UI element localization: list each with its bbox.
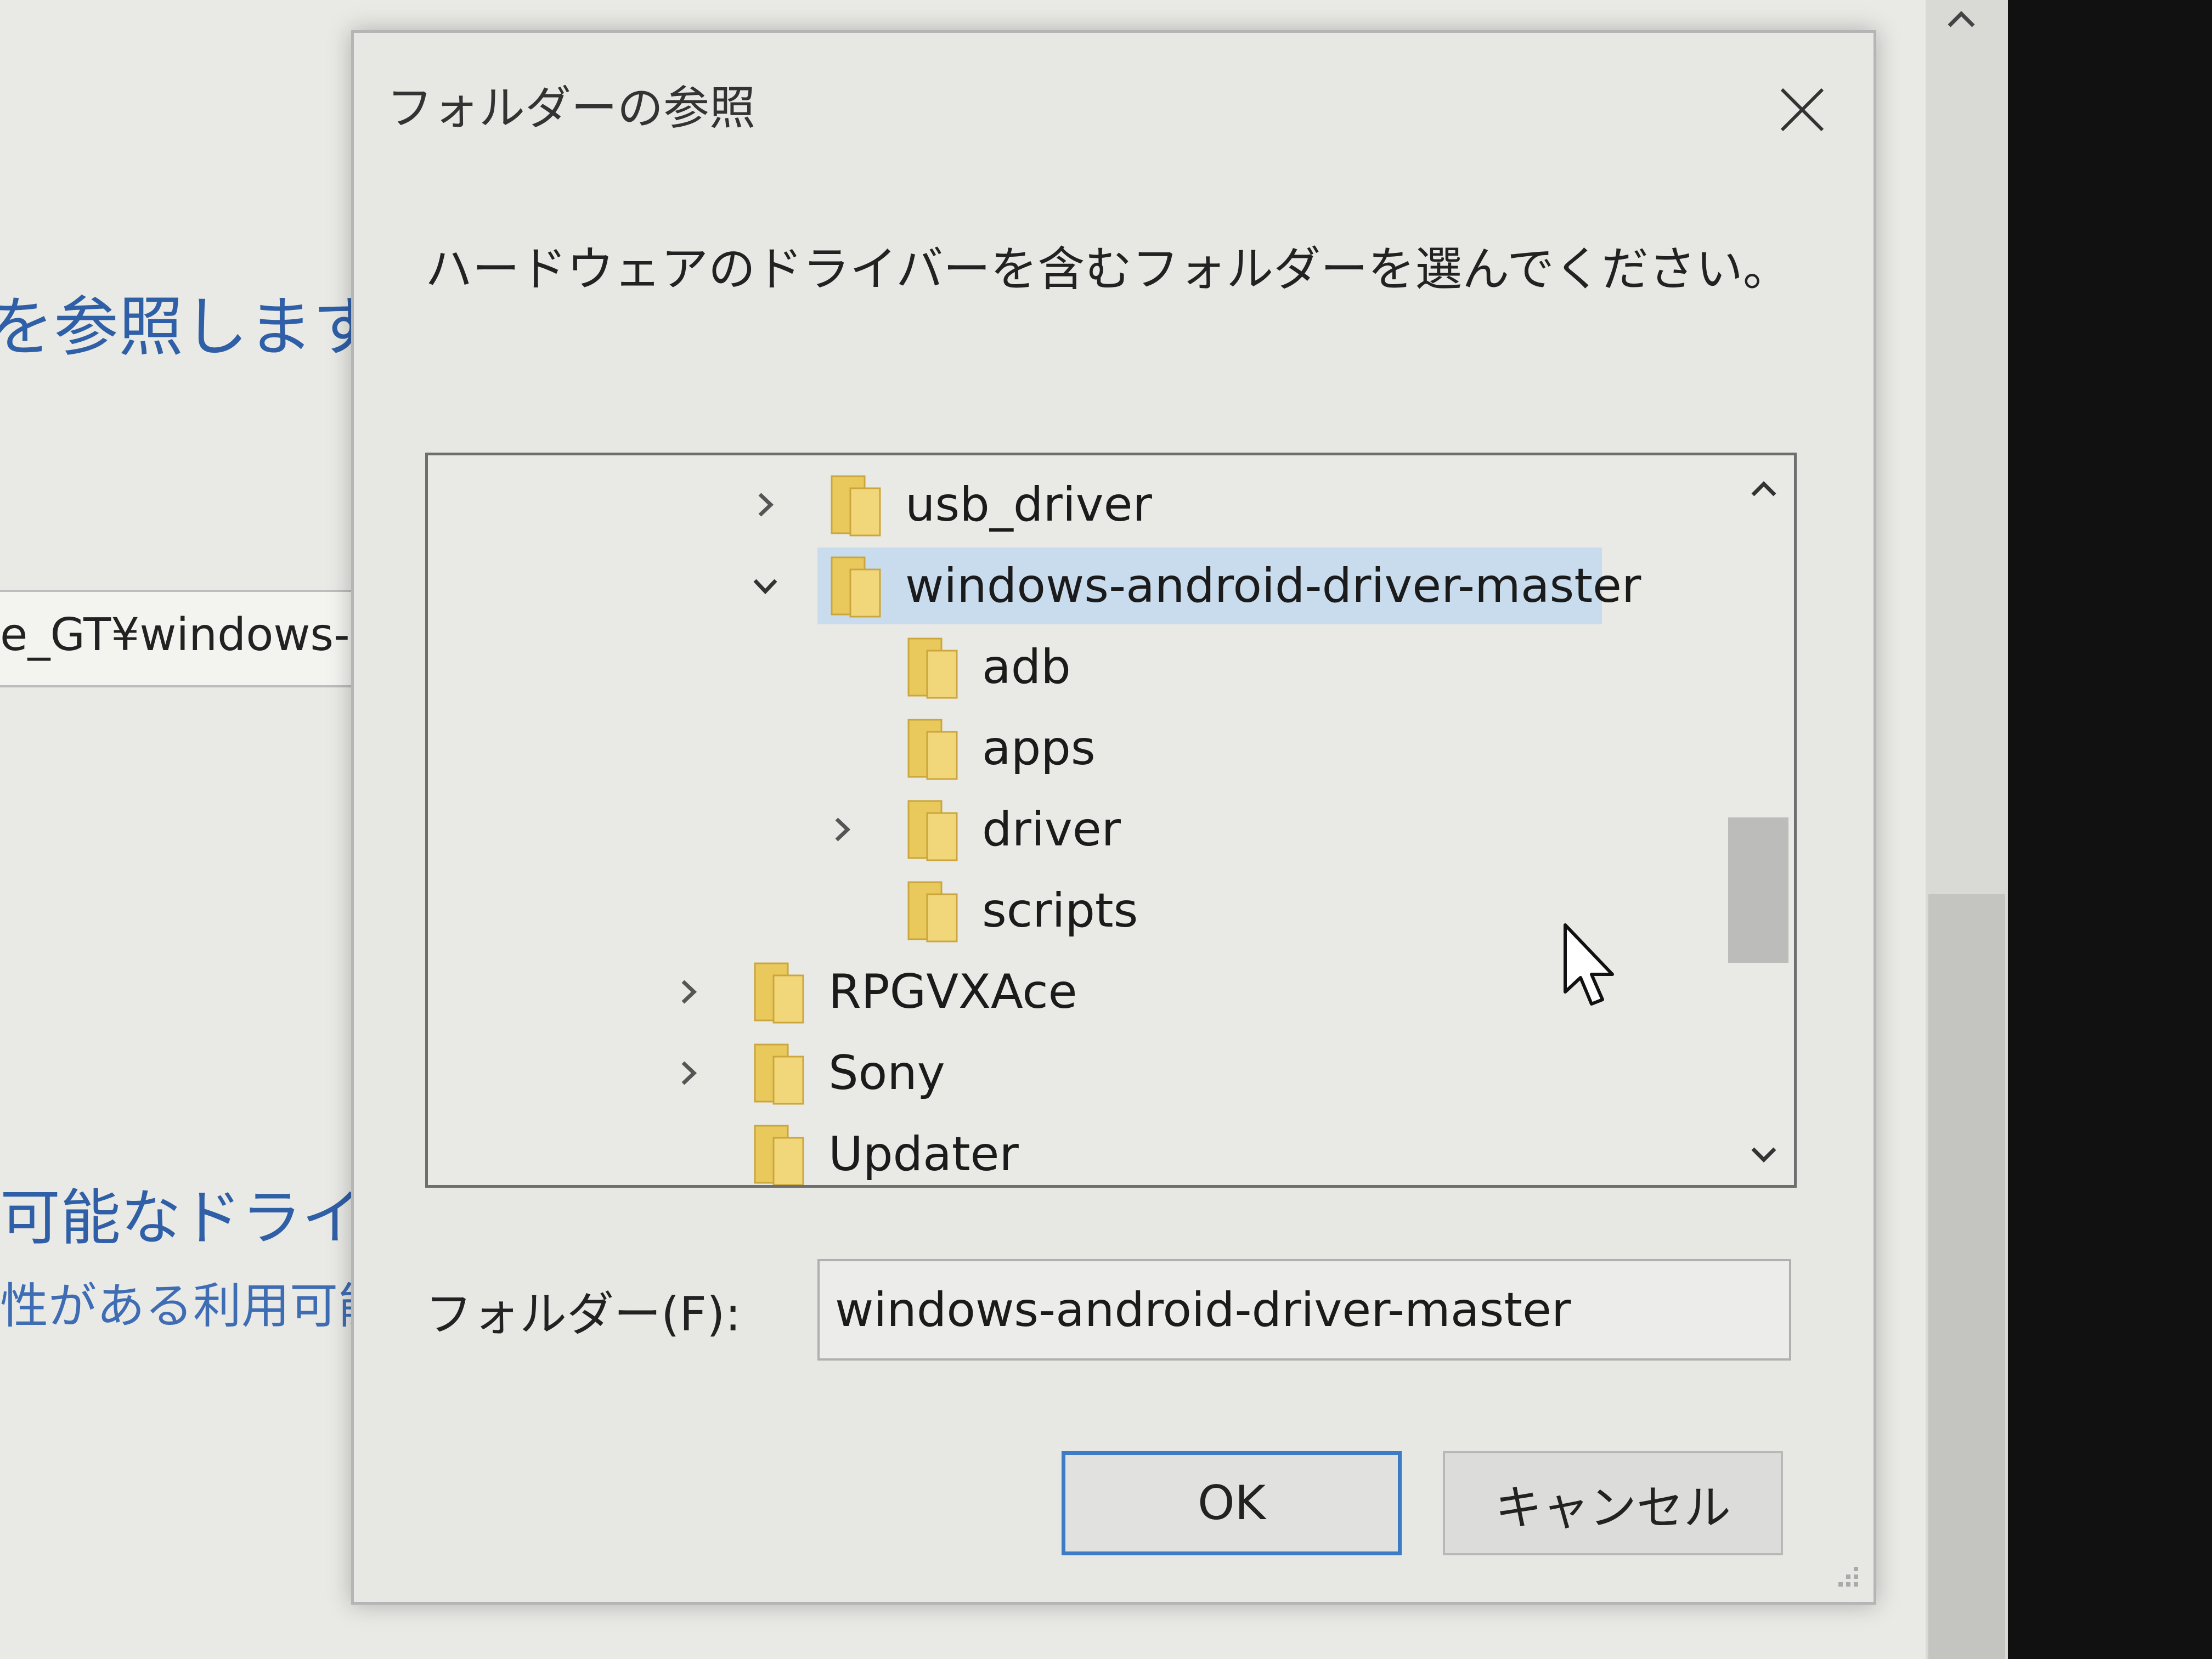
cancel-button[interactable]: キャンセル xyxy=(1443,1451,1783,1555)
tree-item-label: Sony xyxy=(828,1046,945,1101)
tree-item-label: Updater xyxy=(828,1127,1019,1182)
close-button[interactable] xyxy=(1764,71,1841,148)
tree-item-label: scripts xyxy=(982,883,1138,938)
folder-icon xyxy=(828,553,883,619)
chevron-up-icon[interactable] xyxy=(1747,477,1780,501)
chevron-right-icon[interactable] xyxy=(823,810,861,849)
tree-item[interactable]: RPGVXAce xyxy=(428,953,1723,1030)
mouse-cursor-icon xyxy=(1564,923,1614,1006)
dialog-instruction: ハードウェアのドライバーを含むフォルダーを選んでください。 xyxy=(425,242,1790,297)
tree-item[interactable]: Sony xyxy=(428,1035,1723,1111)
tree-item-label: driver xyxy=(982,802,1121,857)
chevron-right-icon[interactable] xyxy=(746,486,785,524)
tree-item-label: apps xyxy=(982,721,1096,776)
folder-icon xyxy=(905,797,960,862)
background-link-2[interactable]: 性がある利用可能 xyxy=(0,1267,386,1337)
chevron-down-icon[interactable] xyxy=(746,567,785,605)
chevron-right-icon[interactable] xyxy=(669,973,708,1011)
folder-icon xyxy=(905,634,960,700)
screen-bezel xyxy=(2008,0,2212,1659)
tree-item-label: adb xyxy=(982,640,1071,695)
folder-icon xyxy=(828,472,883,538)
ok-button[interactable]: OK xyxy=(1062,1451,1402,1555)
tree-item[interactable]: apps xyxy=(428,710,1723,787)
browse-folder-dialog: フォルダーの参照 ハードウェアのドライバーを含むフォルダーを選んでください。 u… xyxy=(351,30,1876,1605)
tree-item[interactable]: driver xyxy=(428,791,1723,868)
background-scroll-thumb[interactable] xyxy=(1928,894,2005,1659)
folder-icon xyxy=(752,1121,806,1185)
chevron-up-icon[interactable] xyxy=(1945,0,1978,38)
folder-icon xyxy=(905,878,960,944)
background-path-text: e_GT¥windows-a xyxy=(0,609,377,661)
tree-item-label: usb_driver xyxy=(905,477,1152,532)
chevron-down-icon[interactable] xyxy=(1747,1144,1780,1169)
tree-scrollbar[interactable] xyxy=(1728,455,1794,1185)
resize-grip-icon[interactable] xyxy=(1830,1558,1863,1591)
tree-item-label: windows-android-driver-master xyxy=(905,558,1641,613)
tree-item[interactable]: windows-android-driver-master xyxy=(428,548,1723,624)
folder-icon xyxy=(752,959,806,1025)
folder-tree[interactable]: usb_driver windows-android-driver-master a… xyxy=(425,453,1797,1188)
folder-field-label: フォルダー(F): xyxy=(425,1287,741,1342)
tree-item[interactable]: Updater xyxy=(428,1116,1723,1185)
tree-item-label: RPGVXAce xyxy=(828,964,1077,1019)
folder-icon xyxy=(752,1040,806,1106)
chevron-right-icon[interactable] xyxy=(669,1054,708,1092)
tree-item[interactable]: usb_driver xyxy=(428,466,1723,543)
folder-name-input[interactable] xyxy=(817,1259,1791,1361)
close-icon xyxy=(1780,88,1824,132)
folder-icon xyxy=(905,715,960,781)
tree-scroll-thumb[interactable] xyxy=(1728,817,1788,963)
dialog-title: フォルダーの参照 xyxy=(387,81,756,135)
tree-item[interactable]: adb xyxy=(428,629,1723,706)
tree-item[interactable]: scripts xyxy=(428,872,1723,949)
